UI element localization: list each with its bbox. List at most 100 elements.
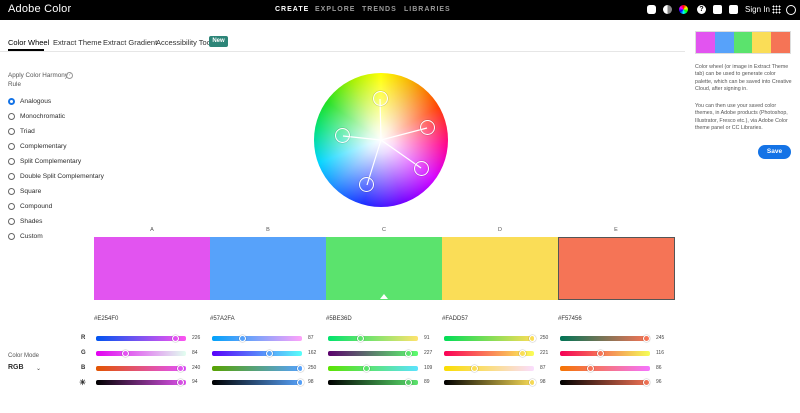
- harmony-option-triad[interactable]: Triad: [8, 127, 128, 137]
- slider-value-r-e[interactable]: 245: [656, 335, 664, 341]
- slider-knob[interactable]: [586, 365, 594, 372]
- swatch-d[interactable]: [442, 237, 558, 300]
- slider-brightness-a[interactable]: [96, 379, 186, 386]
- slider-knob[interactable]: [471, 365, 479, 372]
- harmony-option-shades[interactable]: Shades: [8, 217, 128, 227]
- nav-create[interactable]: CREATE: [275, 6, 309, 13]
- slider-value-brightness-a[interactable]: 94: [192, 379, 198, 385]
- slider-knob[interactable]: [518, 350, 526, 357]
- slider-g-e[interactable]: [560, 350, 650, 357]
- slider-value-g-b[interactable]: 162: [308, 350, 316, 356]
- harmony-option-double-split-complementary[interactable]: Double Split Complementary: [8, 172, 128, 182]
- nav-trends[interactable]: TRENDS: [362, 6, 397, 13]
- slider-value-brightness-e[interactable]: 96: [656, 379, 662, 385]
- slider-brightness-b[interactable]: [212, 379, 304, 386]
- radio-icon[interactable]: [8, 218, 15, 225]
- slider-knob[interactable]: [404, 379, 412, 386]
- color-handle-c[interactable]: [373, 91, 388, 106]
- slider-knob[interactable]: [356, 335, 364, 342]
- slider-r-e[interactable]: [560, 335, 650, 342]
- slider-knob[interactable]: [172, 335, 180, 342]
- slider-value-r-a[interactable]: 226: [192, 335, 200, 341]
- radio-icon[interactable]: [8, 143, 15, 150]
- slider-knob[interactable]: [642, 335, 650, 342]
- tab-accessibility-tools[interactable]: Accessibility Tools: [156, 38, 216, 47]
- slider-r-c[interactable]: [328, 335, 418, 342]
- slider-knob[interactable]: [528, 335, 536, 342]
- slider-knob[interactable]: [597, 350, 605, 357]
- hex-value-a[interactable]: #E254F0: [94, 316, 118, 322]
- slider-brightness-c[interactable]: [328, 379, 418, 386]
- slider-g-a[interactable]: [96, 350, 186, 357]
- slider-value-brightness-c[interactable]: 89: [424, 379, 430, 385]
- tab-extract-gradient[interactable]: Extract Gradient: [103, 38, 157, 47]
- hex-value-e[interactable]: #F57456: [558, 316, 582, 322]
- slider-knob[interactable]: [122, 350, 130, 357]
- save-button[interactable]: Save: [758, 145, 791, 159]
- slider-knob[interactable]: [296, 379, 304, 386]
- nav-libraries[interactable]: LIBRARIES: [404, 6, 451, 13]
- harmony-option-square[interactable]: Square: [8, 187, 128, 197]
- slider-value-g-e[interactable]: 116: [656, 350, 664, 356]
- app-logo[interactable]: Adobe Color: [8, 3, 71, 15]
- slider-value-brightness-d[interactable]: 98: [540, 379, 546, 385]
- info-icon[interactable]: ?: [66, 72, 73, 79]
- radio-icon[interactable]: [8, 188, 15, 195]
- color-wheel-icon[interactable]: [679, 5, 688, 14]
- hex-value-c[interactable]: #5BE36D: [326, 316, 352, 322]
- hex-value-b[interactable]: #57A2FA: [210, 316, 235, 322]
- sign-in-link[interactable]: Sign In: [745, 5, 770, 14]
- slider-value-g-a[interactable]: 84: [192, 350, 198, 356]
- harmony-option-analogous[interactable]: Analogous: [8, 97, 128, 107]
- slider-b-c[interactable]: [328, 365, 418, 372]
- radio-icon[interactable]: [8, 233, 15, 240]
- slider-value-r-c[interactable]: 91: [424, 335, 430, 341]
- slider-value-g-c[interactable]: 227: [424, 350, 432, 356]
- notifications-icon[interactable]: [713, 5, 722, 14]
- slider-value-r-d[interactable]: 250: [540, 335, 548, 341]
- slider-value-g-d[interactable]: 221: [540, 350, 548, 356]
- tab-extract-theme[interactable]: Extract Theme: [53, 38, 102, 47]
- slider-value-brightness-b[interactable]: 98: [308, 379, 314, 385]
- color-handle-a[interactable]: [359, 177, 374, 192]
- harmony-option-monochromatic[interactable]: Monochromatic: [8, 112, 128, 122]
- slider-value-b-e[interactable]: 86: [656, 365, 662, 371]
- slider-r-b[interactable]: [212, 335, 302, 342]
- slider-b-e[interactable]: [560, 365, 650, 372]
- harmony-option-compound[interactable]: Compound: [8, 202, 128, 212]
- slider-brightness-d[interactable]: [444, 379, 536, 386]
- slider-value-b-b[interactable]: 250: [308, 365, 316, 371]
- settings-icon[interactable]: [647, 5, 656, 14]
- radio-icon[interactable]: [8, 113, 15, 120]
- swatch-c[interactable]: [326, 237, 442, 300]
- slider-knob[interactable]: [404, 350, 412, 357]
- slider-value-r-b[interactable]: 87: [308, 335, 314, 341]
- color-handle-d[interactable]: [420, 120, 435, 135]
- slider-r-d[interactable]: [444, 335, 536, 342]
- color-handle-b[interactable]: [335, 128, 350, 143]
- nav-explore[interactable]: EXPLORE: [315, 6, 355, 13]
- radio-icon[interactable]: [8, 128, 15, 135]
- slider-g-d[interactable]: [444, 350, 534, 357]
- swatch-a[interactable]: [94, 237, 210, 300]
- adobe-cc-icon[interactable]: [786, 5, 796, 15]
- slider-brightness-e[interactable]: [560, 379, 650, 386]
- hex-value-d[interactable]: #FADD57: [442, 316, 468, 322]
- slider-knob[interactable]: [642, 379, 650, 386]
- slider-knob[interactable]: [528, 379, 536, 386]
- slider-knob[interactable]: [177, 365, 185, 372]
- slider-r-a[interactable]: [96, 335, 186, 342]
- slider-b-b[interactable]: [212, 365, 304, 372]
- slider-knob[interactable]: [177, 379, 185, 386]
- swatch-e[interactable]: [558, 237, 675, 300]
- slider-b-a[interactable]: [96, 365, 186, 372]
- slider-g-b[interactable]: [212, 350, 302, 357]
- slider-value-b-d[interactable]: 87: [540, 365, 546, 371]
- feedback-icon[interactable]: [729, 5, 738, 14]
- help-icon[interactable]: ?: [697, 5, 706, 14]
- slider-b-d[interactable]: [444, 365, 534, 372]
- slider-knob[interactable]: [239, 335, 247, 342]
- harmony-option-complementary[interactable]: Complementary: [8, 142, 128, 152]
- slider-knob[interactable]: [265, 350, 273, 357]
- color-mode-select[interactable]: RGB ⌄: [8, 364, 44, 374]
